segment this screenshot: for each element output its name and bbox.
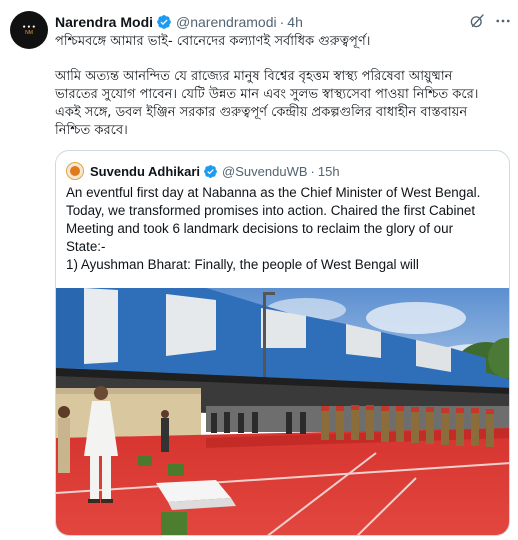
quoted-author-avatar[interactable] xyxy=(66,162,84,180)
quoted-media-photo[interactable] xyxy=(56,288,509,535)
avatar-initials-text: NM xyxy=(25,30,33,36)
tweet-text-line: আমি অত্যন্ত আনন্দিত যে রাজ্যের মানুষ বিশ… xyxy=(55,69,453,84)
separator-dot: · xyxy=(279,14,285,30)
verified-badge-icon xyxy=(204,164,217,178)
author-name[interactable]: Narendra Modi xyxy=(55,14,153,30)
quoted-text-line: Meeting and took 6 landmark decisions to… xyxy=(66,221,454,236)
verified-badge-icon xyxy=(157,15,171,29)
more-options-icon[interactable] xyxy=(494,12,512,30)
quoted-text-line: Today, we transformed promises into acti… xyxy=(66,203,476,218)
quoted-tweet[interactable]: Suvendu Adhikari @SuvenduWB · 15h An eve… xyxy=(55,150,510,536)
tweet-text-first-line: পশ্চিমবঙ্গে আমার ভাই- বোনেদের কল্যাণই সর… xyxy=(55,34,371,49)
separator-dot: · xyxy=(310,163,315,179)
avatar-emblem xyxy=(70,166,80,176)
quoted-author-name[interactable]: Suvendu Adhikari xyxy=(90,164,200,179)
quoted-text-line: State:- xyxy=(66,239,106,254)
tweet-text-line: একই সঙ্গে, ডবল ইঞ্জিন সরকার গুরুত্বপূর্ণ… xyxy=(55,105,468,120)
tweet[interactable]: ● ● ● NM Narendra Modi @narendramodi · 4… xyxy=(0,0,518,540)
quoted-text-line: 1) Ayushman Bharat: Finally, the people … xyxy=(66,257,419,272)
quoted-tweet-header: Suvendu Adhikari @SuvenduWB · 15h xyxy=(66,162,340,180)
tweet-text-paragraph: আমি অত্যন্ত আনন্দিত যে রাজ্যের মানুষ বিশ… xyxy=(55,68,511,140)
quoted-text-line: An eventful first day at Nabanna as the … xyxy=(66,185,481,200)
author-handle[interactable]: @narendramodi xyxy=(176,14,277,30)
author-avatar[interactable]: ● ● ● NM xyxy=(10,11,48,49)
tweet-text-line: ভারতের সুযোগ পাবেন। যেটি উন্নত মান এবং স… xyxy=(55,87,479,102)
post-timestamp[interactable]: 4h xyxy=(287,14,303,30)
quoted-tweet-text: An eventful first day at Nabanna as the … xyxy=(66,184,506,274)
grok-icon[interactable] xyxy=(468,12,486,30)
photo-scene xyxy=(56,288,509,535)
tweet-header: Narendra Modi @narendramodi · 4h xyxy=(55,12,303,32)
tweet-text-line: নিশ্চিত করবে। xyxy=(55,123,128,138)
quoted-author-handle[interactable]: @SuvenduWB xyxy=(222,164,307,179)
quoted-timestamp[interactable]: 15h xyxy=(318,164,340,179)
